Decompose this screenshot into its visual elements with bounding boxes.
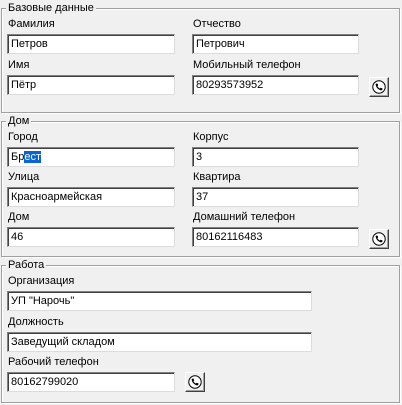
- city-value-selected: ест: [24, 151, 41, 163]
- middle-name-input[interactable]: Петрович: [192, 34, 359, 54]
- home-group-title: Дом: [6, 115, 32, 128]
- building-label: Корпус: [193, 131, 229, 143]
- home-phone-label: Домашний телефон: [193, 211, 296, 223]
- work-group-title: Работа: [6, 259, 47, 272]
- middle-name-label: Отчество: [193, 18, 241, 30]
- building-input[interactable]: 3: [192, 147, 359, 167]
- first-name-label: Имя: [8, 59, 30, 71]
- house-input[interactable]: 46: [7, 227, 175, 247]
- last-name-label: Фамилия: [8, 18, 55, 30]
- position-input[interactable]: Заведущий складом: [7, 332, 312, 352]
- work-phone-label: Рабочий телефон: [8, 356, 99, 368]
- work-phone-call-button[interactable]: [185, 372, 205, 392]
- phone-icon: [188, 375, 202, 389]
- city-input[interactable]: Брест: [7, 147, 175, 167]
- apartment-label: Квартира: [193, 171, 241, 183]
- house-label: Дом: [8, 211, 30, 223]
- city-label: Город: [8, 131, 38, 143]
- street-input[interactable]: Красноармейская: [7, 187, 175, 207]
- home-phone-input[interactable]: 80162116483: [192, 227, 359, 247]
- basic-data-group-title: Базовые данные: [6, 2, 96, 15]
- apartment-input[interactable]: 37: [192, 187, 359, 207]
- mobile-phone-label: Мобильный телефон: [193, 59, 301, 71]
- first-name-input[interactable]: Пётр: [7, 75, 175, 95]
- phone-icon: [372, 232, 386, 246]
- mobile-phone-call-button[interactable]: [369, 77, 389, 97]
- last-name-input[interactable]: Петров: [7, 34, 175, 54]
- home-phone-call-button[interactable]: [369, 229, 389, 249]
- position-label: Должность: [8, 316, 64, 328]
- organization-input[interactable]: УП "Нарочь": [7, 291, 312, 311]
- street-label: Улица: [8, 171, 40, 183]
- work-phone-input[interactable]: 80162799020: [7, 372, 175, 392]
- mobile-phone-input[interactable]: 80293573952: [192, 75, 359, 95]
- organization-label: Организация: [8, 275, 75, 287]
- phone-icon: [372, 80, 386, 94]
- city-value-plain: Бр: [11, 151, 25, 163]
